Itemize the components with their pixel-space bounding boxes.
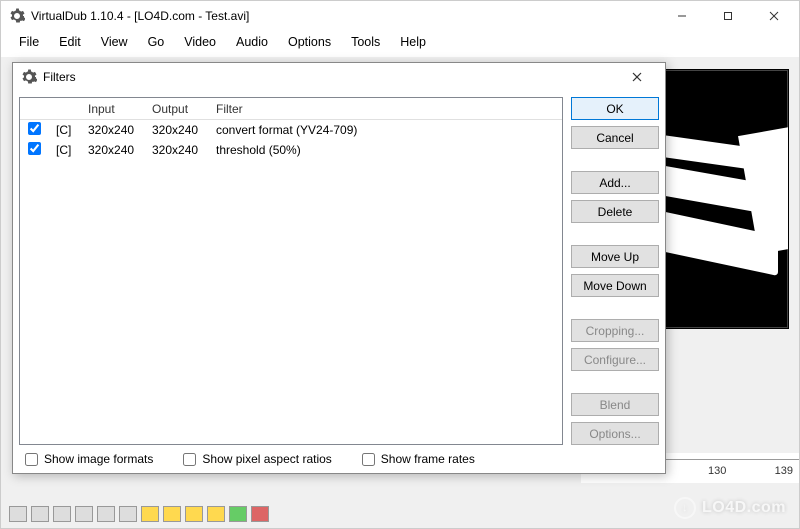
watermark: ↓ LO4D.com — [674, 497, 786, 519]
add-button[interactable]: Add... — [571, 171, 659, 194]
filter-row[interactable]: [C] 320x240 320x240 convert format (YV24… — [20, 120, 562, 140]
toolbar-icon[interactable] — [31, 506, 49, 522]
checkbox[interactable] — [362, 453, 375, 466]
filters-dialog: Filters Input Output Filter [C] 320x240 … — [12, 62, 666, 474]
filter-row-input: 320x240 — [80, 142, 144, 158]
filter-row-output: 320x240 — [144, 122, 208, 138]
ruler-tick: 139 — [775, 465, 793, 477]
ok-button[interactable]: OK — [571, 97, 659, 120]
toolbar-icon[interactable] — [229, 506, 247, 522]
dialog-icon — [21, 69, 37, 85]
titlebar: VirtualDub 1.10.4 - [LO4D.com - Test.avi… — [1, 1, 799, 31]
blend-button[interactable]: Blend — [571, 393, 659, 416]
cancel-button[interactable]: Cancel — [571, 126, 659, 149]
checkbox[interactable] — [183, 453, 196, 466]
menu-video[interactable]: Video — [174, 32, 226, 52]
configure-button[interactable]: Configure... — [571, 348, 659, 371]
window-title: VirtualDub 1.10.4 - [LO4D.com - Test.avi… — [31, 9, 659, 23]
menu-view[interactable]: View — [91, 32, 138, 52]
ruler-tick: 130 — [708, 465, 726, 477]
toolbar-icon[interactable] — [141, 506, 159, 522]
header-output[interactable]: Output — [144, 99, 208, 119]
header-filter[interactable]: Filter — [208, 99, 562, 119]
move-up-button[interactable]: Move Up — [571, 245, 659, 268]
menu-audio[interactable]: Audio — [226, 32, 278, 52]
filter-list-header: Input Output Filter — [20, 98, 562, 120]
filter-row-name: threshold (50%) — [208, 142, 562, 158]
toolbar-icon[interactable] — [97, 506, 115, 522]
header-input[interactable]: Input — [80, 99, 144, 119]
menu-help[interactable]: Help — [390, 32, 436, 52]
menu-go[interactable]: Go — [138, 32, 175, 52]
app-icon — [9, 8, 25, 24]
toolbar-icon[interactable] — [9, 506, 27, 522]
filter-list[interactable]: Input Output Filter [C] 320x240 320x240 … — [19, 97, 563, 445]
filter-row-input: 320x240 — [80, 122, 144, 138]
watermark-icon: ↓ — [674, 497, 696, 519]
toolbar-icon[interactable] — [251, 506, 269, 522]
filter-row-code: [C] — [48, 122, 80, 138]
minimize-button[interactable] — [659, 1, 705, 31]
toolbar-icon[interactable] — [53, 506, 71, 522]
dialog-button-column: OK Cancel Add... Delete Move Up Move Dow… — [571, 97, 659, 445]
dialog-title: Filters — [43, 70, 617, 84]
show-pixel-aspect-checkbox[interactable]: Show pixel aspect ratios — [183, 452, 331, 466]
toolbar-icon[interactable] — [207, 506, 225, 522]
checkbox-label: Show pixel aspect ratios — [202, 452, 331, 466]
close-button[interactable] — [751, 1, 797, 31]
filter-row[interactable]: [C] 320x240 320x240 threshold (50%) — [20, 140, 562, 160]
move-down-button[interactable]: Move Down — [571, 274, 659, 297]
checkbox[interactable] — [25, 453, 38, 466]
window-controls — [659, 1, 797, 31]
filter-row-checkbox[interactable] — [28, 142, 41, 155]
show-frame-rates-checkbox[interactable]: Show frame rates — [362, 452, 475, 466]
filter-row-code: [C] — [48, 142, 80, 158]
options-button[interactable]: Options... — [571, 422, 659, 445]
menubar: File Edit View Go Video Audio Options To… — [1, 31, 799, 53]
menu-options[interactable]: Options — [278, 32, 341, 52]
checkbox-label: Show frame rates — [381, 452, 475, 466]
toolbar-icon[interactable] — [119, 506, 137, 522]
transport-toolbar — [9, 504, 409, 524]
menu-edit[interactable]: Edit — [49, 32, 91, 52]
menu-tools[interactable]: Tools — [341, 32, 390, 52]
filter-row-output: 320x240 — [144, 142, 208, 158]
filter-row-name: convert format (YV24-709) — [208, 122, 562, 138]
watermark-text: LO4D.com — [702, 499, 786, 517]
show-image-formats-checkbox[interactable]: Show image formats — [25, 452, 153, 466]
cropping-button[interactable]: Cropping... — [571, 319, 659, 342]
dialog-footer: Show image formats Show pixel aspect rat… — [13, 445, 665, 473]
toolbar-icon[interactable] — [185, 506, 203, 522]
menu-file[interactable]: File — [9, 32, 49, 52]
toolbar-icon[interactable] — [75, 506, 93, 522]
checkbox-label: Show image formats — [44, 452, 153, 466]
dialog-close-button[interactable] — [617, 63, 657, 91]
dialog-titlebar: Filters — [13, 63, 665, 91]
filter-row-checkbox[interactable] — [28, 122, 41, 135]
toolbar-icon[interactable] — [163, 506, 181, 522]
delete-button[interactable]: Delete — [571, 200, 659, 223]
maximize-button[interactable] — [705, 1, 751, 31]
